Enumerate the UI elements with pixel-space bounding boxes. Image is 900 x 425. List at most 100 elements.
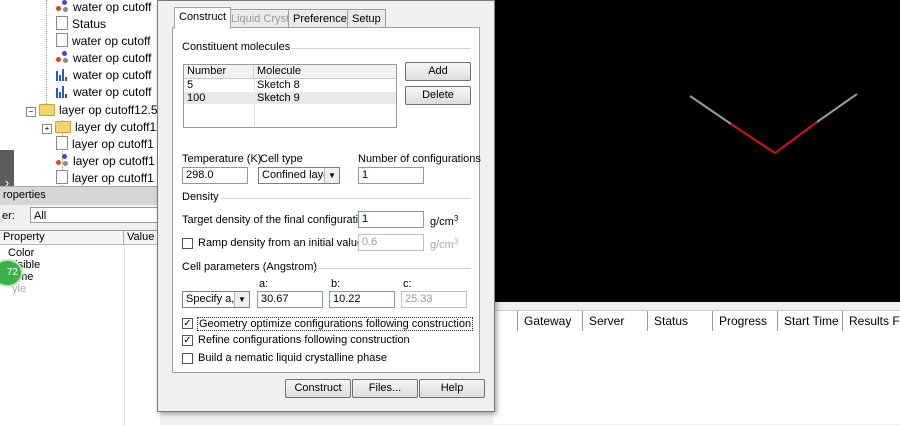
document-icon — [56, 16, 68, 30]
amorphous-cell-dialog: Construct Liquid Crystal Preferences Set… — [157, 0, 495, 412]
tree-item-label: layer op cutoff1 — [73, 154, 155, 168]
expand-icon[interactable]: + — [42, 124, 52, 134]
group-divider — [313, 268, 471, 269]
group-divider — [291, 48, 471, 49]
c-label: c: — [403, 278, 412, 290]
delete-button[interactable]: Delete — [405, 86, 471, 105]
property-row[interactable]: Color — [8, 247, 34, 259]
constituent-group-title: Constituent molecules — [182, 41, 291, 53]
num-configs-input[interactable]: 1 — [358, 167, 424, 184]
nematic-phase-label[interactable]: Build a nematic liquid crystalline phase — [198, 352, 387, 364]
tree-item-label: water op cutoff — [73, 51, 152, 65]
tree-item[interactable]: layer op cutoff1 — [56, 170, 154, 186]
a-input[interactable]: 30.67 — [257, 291, 323, 308]
geometry-optimize-checkbox[interactable]: ✓ — [182, 318, 193, 329]
column-header-progress[interactable]: Progress — [712, 311, 777, 331]
3d-viewport[interactable] — [493, 0, 900, 302]
bond-line — [774, 121, 818, 154]
tree-item[interactable]: water op cutoff — [56, 67, 152, 84]
molecule-icon — [56, 154, 69, 167]
tree-item[interactable]: water op cutoff — [56, 50, 152, 67]
cell-params-mode-select[interactable]: Specify a, b ▼ — [182, 291, 250, 308]
tree-item-label: layer op cutoff1 — [72, 171, 154, 185]
b-input[interactable]: 10.22 — [329, 291, 395, 308]
molecule-table[interactable]: Number Molecule 5 Sketch 8 100 Sketch 9 — [183, 64, 397, 128]
unit-text: g/cm — [430, 239, 454, 251]
tree-item[interactable]: water op cutoff — [56, 84, 152, 101]
bar-chart-icon — [56, 85, 69, 98]
molecule-icon — [56, 51, 69, 64]
molecule-display — [689, 93, 858, 154]
column-header-number[interactable]: Number — [184, 65, 254, 79]
column-divider — [124, 245, 125, 425]
tree-item[interactable]: + layer dy cutoff12 — [42, 119, 160, 136]
column-header-status[interactable]: Status — [647, 311, 712, 331]
column-header-label: Number — [187, 65, 227, 77]
field-value: 30.67 — [261, 293, 289, 305]
molecule-cell: Sketch 8 — [257, 79, 300, 91]
column-header-server[interactable]: Server — [582, 311, 647, 331]
number-cell: 100 — [187, 92, 206, 104]
document-icon — [56, 33, 68, 47]
temperature-input[interactable]: 298.0 — [182, 167, 248, 184]
column-header-label: Progress — [719, 314, 768, 328]
add-button[interactable]: Add — [405, 62, 471, 81]
dropdown-arrow-icon: ▼ — [324, 168, 339, 183]
column-header-label: Value — [127, 231, 155, 243]
field-value: 25.33 — [405, 293, 433, 305]
column-header-start-time[interactable]: Start Time — [777, 311, 842, 331]
field-value: 0.6 — [362, 236, 378, 248]
tree-item-label: water op cutoff — [73, 0, 152, 14]
collapse-icon[interactable]: − — [26, 107, 36, 117]
tab-label: Setup — [352, 13, 381, 25]
tab-label: Preferences — [293, 13, 353, 25]
column-header-gateway[interactable]: Gateway — [517, 311, 582, 331]
tree-item[interactable]: layer op cutoff1 — [56, 153, 155, 170]
construct-button[interactable]: Construct — [285, 379, 351, 398]
column-header-value[interactable]: Value — [124, 231, 160, 245]
filter-input[interactable]: All — [30, 207, 158, 223]
ramp-density-checkbox[interactable] — [182, 238, 193, 249]
project-tree[interactable]: water op cutoff Status water op cutoff w… — [0, 0, 160, 186]
nematic-phase-checkbox[interactable] — [182, 353, 193, 364]
refine-configs-checkbox[interactable]: ✓ — [182, 335, 193, 346]
tree-item-label: Status — [72, 17, 107, 31]
group-divider — [221, 198, 471, 199]
target-density-input[interactable]: 1 — [358, 211, 424, 228]
field-value: 1 — [362, 169, 369, 181]
properties-table[interactable]: Property Value Color Visible ame yle 72 — [0, 230, 160, 425]
document-icon — [56, 170, 68, 184]
tab-construct[interactable]: Construct — [174, 7, 232, 29]
column-header-results-folder[interactable]: Results Fo — [842, 311, 900, 331]
folder-icon — [39, 104, 55, 116]
folder-icon — [55, 121, 71, 133]
refine-configs-label[interactable]: Refine configurations following construc… — [198, 334, 410, 346]
column-header-molecule[interactable]: Molecule — [254, 65, 396, 79]
column-header-label: Start Time — [784, 314, 839, 328]
tree-item[interactable]: Status — [56, 16, 106, 33]
help-button[interactable]: Help — [419, 379, 485, 398]
tree-item[interactable]: − layer op cutoff12.5 — [26, 102, 158, 119]
cell-type-select[interactable]: Confined layer ▼ — [258, 167, 340, 184]
table-row[interactable]: 5 Sketch 8 — [184, 79, 396, 91]
jobs-table-body[interactable] — [493, 331, 900, 424]
column-header-property[interactable]: Property — [0, 231, 124, 245]
geometry-optimize-label[interactable]: Geometry optimize configurations followi… — [197, 317, 474, 331]
select-value: Confined layer — [262, 169, 333, 181]
cell-type-label: Cell type — [260, 153, 303, 165]
bond-line — [816, 93, 858, 123]
tree-item[interactable]: layer op cutoff1 — [56, 136, 154, 153]
tree-item[interactable]: water op cutoff — [56, 33, 151, 50]
target-density-label: Target density of the final configuratio… — [182, 214, 379, 226]
files-button[interactable]: Files... — [352, 379, 418, 398]
table-row[interactable]: 100 Sketch 9 — [184, 92, 396, 104]
column-header-label: Molecule — [257, 65, 302, 77]
button-label: Add — [428, 65, 448, 77]
column-header-label: Server — [589, 314, 625, 328]
tab-setup[interactable]: Setup — [347, 9, 386, 28]
column-header-label: Property — [3, 231, 45, 243]
tree-item[interactable]: water op cutoff — [56, 0, 152, 16]
column-header-label: Gateway — [524, 314, 572, 328]
unit-exponent: 3 — [453, 214, 459, 223]
column-header-label: Results Fo — [849, 314, 900, 328]
